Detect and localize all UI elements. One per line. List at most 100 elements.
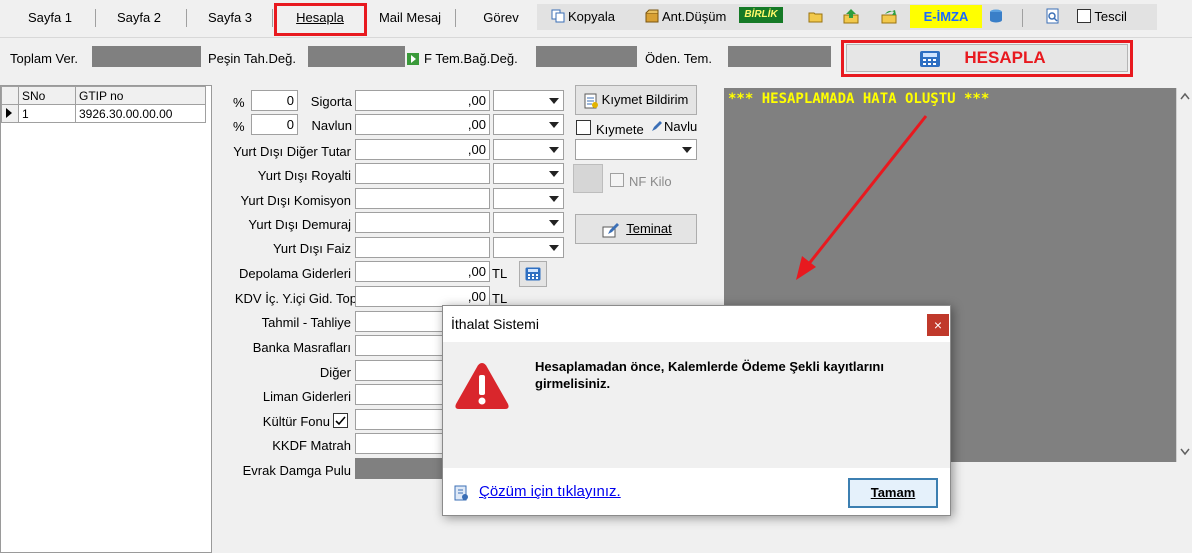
- cell-sno[interactable]: 1: [18, 104, 76, 123]
- chevron-down-icon: [549, 171, 559, 177]
- kiymet-bildirim-button[interactable]: Kıymet Bildirim: [575, 85, 697, 115]
- tab-mail-mesaj[interactable]: Mail Mesaj: [374, 8, 446, 28]
- nf-kilo-label: NF Kilo: [629, 174, 672, 189]
- pen-icon: [652, 121, 662, 131]
- navlun-currency-select[interactable]: [493, 114, 564, 135]
- preview-icon[interactable]: [1045, 8, 1061, 24]
- sigorta-percent-sign: %: [233, 95, 245, 110]
- evrak-damga-label: Evrak Damga Pulu: [242, 463, 351, 478]
- yd-royalti-label: Yurt Dışı Royalti: [257, 168, 351, 183]
- navlun-button-label: Navlu: [664, 119, 698, 134]
- kiymet-checkbox[interactable]: [576, 120, 591, 135]
- row-selector-icon[interactable]: [1, 104, 19, 123]
- yd-diger-input[interactable]: ,00: [355, 139, 490, 160]
- teminat-label: Teminat: [626, 221, 672, 236]
- warning-icon: [455, 363, 509, 409]
- sigorta-label: Sigorta: [310, 94, 352, 109]
- column-header-sno[interactable]: SNo: [18, 86, 76, 105]
- navlun-button[interactable]: Navlu: [650, 115, 698, 139]
- calculator-icon: [920, 51, 940, 67]
- kultur-fonu-checkbox[interactable]: [333, 413, 348, 428]
- database-icon[interactable]: [988, 8, 1004, 24]
- upload-icon[interactable]: [843, 8, 859, 24]
- chevron-down-icon: [549, 98, 559, 104]
- yd-demuraj-currency-select[interactable]: [493, 212, 564, 233]
- checkmark-icon: [335, 416, 346, 426]
- grid-header: SNo GTIP no: [1, 86, 206, 105]
- chevron-down-icon: [549, 122, 559, 128]
- yd-royalti-input[interactable]: [355, 163, 490, 184]
- box-icon: [645, 9, 659, 23]
- tab-sayfa-2[interactable]: Sayfa 2: [110, 8, 168, 28]
- column-header-gtip[interactable]: GTIP no: [75, 86, 206, 105]
- depolama-unit: TL: [492, 266, 508, 281]
- close-icon[interactable]: ×: [927, 314, 949, 336]
- chevron-down-icon: [549, 147, 559, 153]
- kultur-fonu-label: Kültür Fonu: [262, 414, 330, 429]
- chevron-down-icon: [549, 245, 559, 251]
- table-row[interactable]: 1 3926.30.00.00.00: [1, 104, 206, 123]
- navlun-percent-input[interactable]: 0: [251, 114, 298, 135]
- tab-hesapla[interactable]: Hesapla: [285, 8, 355, 28]
- ant-dusum-label: Ant.Düşüm: [662, 9, 727, 24]
- navlun-percent-sign: %: [233, 119, 245, 134]
- yd-faiz-input[interactable]: [355, 237, 490, 258]
- kiymet-check-label: Kıymete: [596, 122, 644, 137]
- ok-button[interactable]: Tamam: [848, 478, 938, 508]
- kdv-input[interactable]: ,00: [355, 286, 490, 307]
- hesapla-button-label: HESAPLA: [964, 48, 1046, 67]
- items-grid[interactable]: SNo GTIP no 1 3926.30.00.00.00: [0, 85, 212, 553]
- oden-tem-field: [728, 46, 831, 67]
- play-icon[interactable]: [407, 53, 419, 65]
- tab-sayfa-3[interactable]: Sayfa 3: [200, 8, 260, 28]
- tab-sayfa-1[interactable]: Sayfa 1: [20, 8, 80, 28]
- kiymet-bildirim-label: Kıymet Bildirim: [601, 92, 689, 107]
- kopyala-button[interactable]: Kopyala: [551, 5, 615, 29]
- tescil-checkbox[interactable]: Tescil: [1077, 5, 1127, 29]
- chevron-down-icon: [682, 147, 692, 153]
- cell-gtip[interactable]: 3926.30.00.00.00: [75, 104, 206, 123]
- yd-komisyon-input[interactable]: [355, 188, 490, 209]
- kiymet-select[interactable]: [575, 139, 697, 160]
- yd-faiz-currency-select[interactable]: [493, 237, 564, 258]
- yd-demuraj-input[interactable]: [355, 212, 490, 233]
- navlun-label: Navlun: [311, 118, 352, 133]
- tab-gorev[interactable]: Görev: [476, 8, 526, 28]
- tahmil-label: Tahmil - Tahliye: [261, 315, 351, 330]
- kdv-unit: TL: [492, 291, 508, 306]
- hesapla-button[interactable]: HESAPLA: [846, 44, 1128, 72]
- copy-icon: [551, 9, 565, 23]
- tab-separator: [95, 9, 96, 27]
- teminat-button[interactable]: Teminat: [575, 214, 697, 244]
- yd-diger-currency-select[interactable]: [493, 139, 564, 160]
- folder-open-icon[interactable]: [808, 10, 824, 24]
- birlik-logo[interactable]: BİRLİK: [739, 7, 783, 23]
- navlun-input[interactable]: ,00: [355, 114, 490, 135]
- solution-link[interactable]: Çözüm için tıklayınız.: [479, 483, 621, 500]
- sign-pen-icon: [602, 223, 619, 238]
- ok-button-label: Tamam: [870, 485, 916, 500]
- yd-komisyon-currency-select[interactable]: [493, 188, 564, 209]
- depolama-input[interactable]: ,00: [355, 261, 490, 282]
- ant-dusum-button[interactable]: Ant.Düşüm: [645, 5, 726, 29]
- sigorta-input[interactable]: ,00: [355, 90, 490, 111]
- f-tem-bag-field: [536, 46, 637, 67]
- depolama-calc-button[interactable]: [519, 261, 547, 287]
- tescil-check-box[interactable]: [1077, 9, 1091, 23]
- kkdf-label: KKDF Matrah: [272, 438, 351, 453]
- tab-separator: [455, 9, 456, 27]
- scroll-down-icon[interactable]: [1180, 448, 1190, 456]
- totals-row: Toplam Ver. Peşin Tah.Değ. F Tem.Bağ.Değ…: [0, 37, 1192, 81]
- yd-royalti-currency-select[interactable]: [493, 163, 564, 184]
- nf-kilo-checkbox[interactable]: [610, 173, 624, 187]
- sigorta-currency-select[interactable]: [493, 90, 564, 111]
- nf-kilo-button[interactable]: [573, 164, 603, 193]
- dialog-message: Hesaplamadan önce, Kalemlerde Ödeme Şekl…: [535, 359, 884, 391]
- e-imza-button[interactable]: E-İMZA: [910, 5, 982, 28]
- liman-label: Liman Giderleri: [262, 389, 351, 404]
- sigorta-percent-input[interactable]: 0: [251, 90, 298, 111]
- scroll-up-icon[interactable]: [1180, 92, 1190, 100]
- tab-separator: [272, 9, 273, 27]
- vertical-scrollbar[interactable]: [1176, 88, 1192, 462]
- forward-folder-icon[interactable]: [881, 8, 897, 24]
